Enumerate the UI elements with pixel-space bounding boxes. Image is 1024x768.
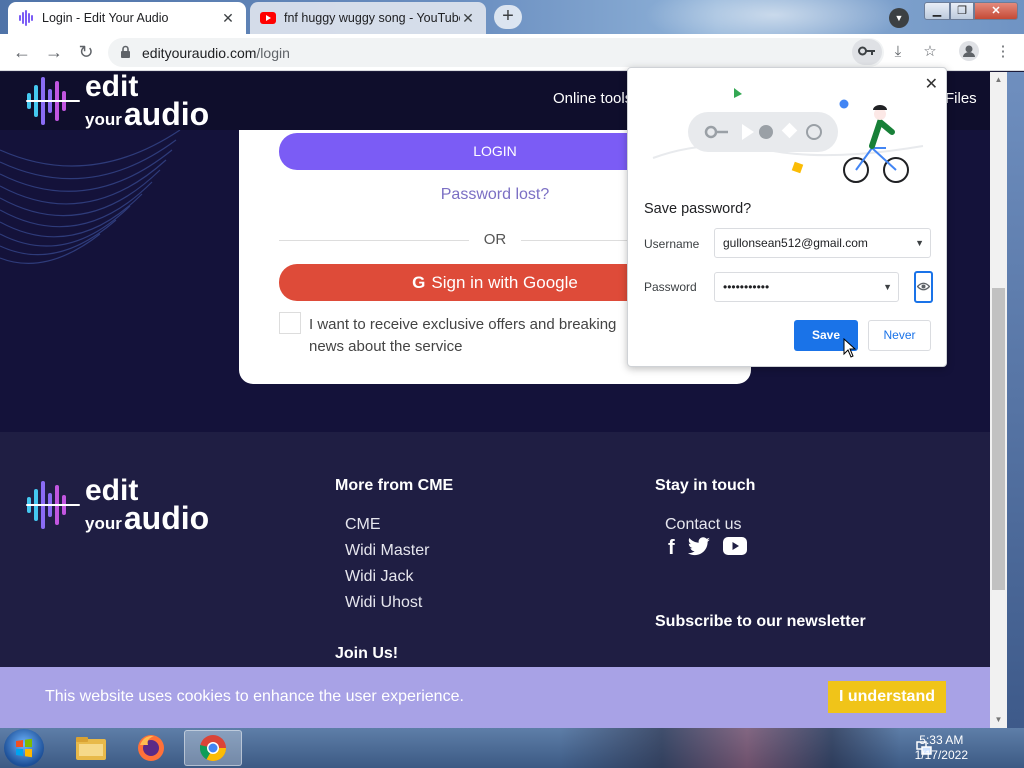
footer-link-widi-master[interactable]: Widi Master xyxy=(345,542,429,560)
mouse-cursor-icon xyxy=(843,338,857,358)
tab-youtube[interactable]: fnf huggy wuggy song - YouTube ✕ xyxy=(250,2,486,34)
tab-close-icon[interactable]: ✕ xyxy=(460,10,476,27)
firefox-icon xyxy=(138,735,164,761)
never-save-button[interactable]: Never xyxy=(868,320,931,351)
tab-close-icon[interactable]: ✕ xyxy=(220,10,236,27)
logo-audio-text: audio xyxy=(123,500,210,537)
password-value: ••••••••••• xyxy=(723,280,770,294)
google-icon: G xyxy=(412,273,426,292)
maximize-button[interactable]: ❐ xyxy=(950,2,974,20)
explorer-taskbar-button[interactable] xyxy=(62,730,120,766)
desktop-background xyxy=(1007,72,1024,728)
back-arrow-icon[interactable]: ← xyxy=(10,41,34,65)
username-value: gullonsean512@gmail.com xyxy=(723,236,868,250)
youtube-favicon-icon xyxy=(260,10,276,26)
scroll-down-arrow-icon[interactable]: ▼ xyxy=(990,712,1007,728)
bookmark-star-icon[interactable]: ☆ xyxy=(919,41,941,63)
address-bar[interactable]: edityouraudio.com/login xyxy=(108,38,884,67)
taskbar-clock[interactable]: 5:33 AM 1/17/2022 xyxy=(915,733,968,763)
chrome-taskbar-button[interactable] xyxy=(184,730,242,766)
cookie-message: This website uses cookies to enhance the… xyxy=(45,688,464,705)
offers-checkbox[interactable] xyxy=(279,312,301,334)
nav-online-tools[interactable]: Online tools xyxy=(553,90,632,107)
username-field[interactable]: gullonsean512@gmail.com ▼ xyxy=(714,228,931,258)
facebook-icon[interactable]: f xyxy=(668,537,675,563)
lock-icon[interactable] xyxy=(120,45,131,59)
logo-your-text: your xyxy=(85,110,122,130)
newsletter-heading: Subscribe to our newsletter xyxy=(655,613,866,630)
minimize-button[interactable]: ▁ xyxy=(924,2,950,20)
footer-link-widi-uhost[interactable]: Widi Uhost xyxy=(345,594,422,612)
save-password-dialog: ✕ Save password? Username gullonsean512@… xyxy=(627,67,947,367)
tab-title: Login - Edit Your Audio xyxy=(42,11,169,25)
footer-link-cme[interactable]: CME xyxy=(345,516,381,534)
edityouraudio-favicon-icon xyxy=(18,10,34,26)
window-close-button[interactable]: ✕ xyxy=(974,2,1018,20)
audio-wave-logo-icon xyxy=(26,481,80,529)
logo-your-text: your xyxy=(85,514,122,534)
clock-date: 1/17/2022 xyxy=(914,748,968,762)
page-scrollbar[interactable]: ▲ ▼ xyxy=(990,72,1007,728)
cookie-banner: This website uses cookies to enhance the… xyxy=(0,667,990,728)
password-key-icon[interactable] xyxy=(852,39,882,65)
offers-checkbox-label: I want to receive exclusive offers and b… xyxy=(309,316,617,355)
windows-logo-icon xyxy=(16,738,32,758)
save-password-title: Save password? xyxy=(644,201,752,217)
chevron-down-icon[interactable]: ▼ xyxy=(915,229,924,257)
tab-search-icon[interactable]: ▼ xyxy=(889,8,909,28)
install-icon[interactable]: ⤓ xyxy=(887,41,909,63)
youtube-icon[interactable] xyxy=(722,537,747,563)
decorative-swirl xyxy=(0,130,181,264)
tab-login[interactable]: Login - Edit Your Audio ✕ xyxy=(8,2,246,34)
url-domain: edityouraudio.com xyxy=(142,45,257,61)
new-tab-button[interactable]: + xyxy=(494,5,522,29)
footer-link-widi-jack[interactable]: Widi Jack xyxy=(345,568,413,586)
footer-logo[interactable]: edit your audio xyxy=(25,476,210,537)
url-path: /login xyxy=(256,45,290,61)
more-from-cme-heading: More from CME xyxy=(335,477,454,494)
join-us-heading: Join Us! xyxy=(335,645,399,662)
twitter-icon[interactable] xyxy=(687,537,711,563)
wallpaper-art xyxy=(560,728,900,768)
tab-title: fnf huggy wuggy song - YouTube xyxy=(284,11,460,25)
system-tray: 5:33 AM 1/17/2022 xyxy=(910,728,1024,768)
firefox-taskbar-button[interactable] xyxy=(122,730,180,766)
profile-avatar-icon[interactable] xyxy=(958,41,980,63)
logo-wordmark: edit your audio xyxy=(85,476,210,537)
google-button-label: Sign in with Google xyxy=(431,273,578,292)
folder-icon xyxy=(76,737,106,760)
logo-audio-text: audio xyxy=(123,96,210,133)
audio-wave-logo-icon xyxy=(26,77,80,125)
clock-time: 5:33 AM xyxy=(919,733,964,747)
contact-us-link[interactable]: Contact us xyxy=(665,516,741,534)
chevron-down-icon[interactable]: ▼ xyxy=(883,273,892,301)
social-links: f xyxy=(668,537,747,563)
password-label: Password xyxy=(644,280,697,294)
show-password-eye-icon[interactable] xyxy=(914,271,933,303)
url-text: edityouraudio.com/login xyxy=(142,45,290,61)
forward-arrow-icon[interactable]: → xyxy=(42,41,66,65)
stay-in-touch-heading: Stay in touch xyxy=(655,477,756,494)
windows-taskbar: 5:33 AM 1/17/2022 xyxy=(0,728,1024,768)
chrome-icon xyxy=(199,735,227,762)
password-field[interactable]: ••••••••••• ▼ xyxy=(714,272,899,302)
scroll-up-arrow-icon[interactable]: ▲ xyxy=(990,72,1007,88)
logo-wordmark: edit your audio xyxy=(85,72,210,133)
username-label: Username xyxy=(644,237,700,251)
password-illustration xyxy=(652,88,924,183)
chrome-menu-icon[interactable]: ⋮ xyxy=(992,41,1014,63)
start-button[interactable] xyxy=(4,729,44,767)
scrollbar-thumb[interactable] xyxy=(992,288,1005,590)
site-logo[interactable]: edit your audio xyxy=(25,72,210,133)
tab-strip: Login - Edit Your Audio ✕ fnf huggy wugg… xyxy=(0,0,1024,34)
reload-icon[interactable]: ↻ xyxy=(74,41,98,65)
nav-files[interactable]: Files xyxy=(945,90,977,107)
cookie-accept-button[interactable]: I understand xyxy=(828,681,946,713)
